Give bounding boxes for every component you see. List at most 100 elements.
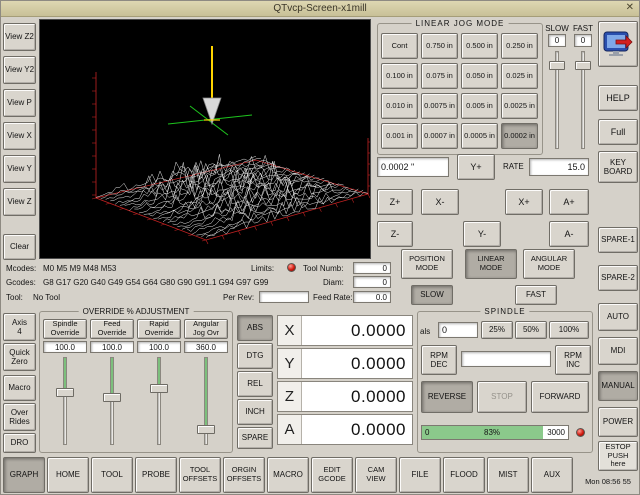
view-y-button[interactable]: View Y <box>3 155 36 183</box>
full-button[interactable]: Full <box>598 119 638 145</box>
bottom-tab-origin-offsets[interactable]: ORGIN OFFSETS <box>223 457 265 493</box>
jog-x-plus-button[interactable]: X+ <box>505 189 543 215</box>
spare2-button[interactable]: SPARE-2 <box>598 265 638 291</box>
jog-slow-button[interactable]: SLOW <box>411 285 453 305</box>
jog-incr-001-button[interactable]: 0.001 in <box>381 123 418 149</box>
spindle-at-speed-led <box>576 428 585 437</box>
jog-a-minus-button[interactable]: A- <box>549 221 589 247</box>
jog-incr-025-button[interactable]: 0.025 in <box>501 63 538 89</box>
spindle-rpm-field[interactable]: 0 <box>438 322 478 338</box>
bottom-tab-probe[interactable]: PROBE <box>135 457 177 493</box>
bottom-tab-macro[interactable]: MACRO <box>267 457 309 493</box>
jog-x-minus-button[interactable]: X- <box>421 189 459 215</box>
tab-macro[interactable]: Macro <box>3 375 36 401</box>
jog-incr-0005-button[interactable]: 0.0005 in <box>461 123 498 149</box>
jog-a-plus-button[interactable]: A+ <box>549 189 589 215</box>
jog-y-plus-button[interactable]: Y+ <box>457 154 495 180</box>
bottom-tab-cam-view[interactable]: CAM VIEW <box>355 457 397 493</box>
dro-tab-inch[interactable]: INCH <box>237 399 273 425</box>
dro-tab-spare[interactable]: SPARE <box>237 427 273 449</box>
jog-incr-0002-button[interactable]: 0.0002 in <box>501 123 538 149</box>
tab-over-rides[interactable]: Over Rides <box>3 403 36 431</box>
angular-jog-override-thumb[interactable] <box>197 425 215 434</box>
bottom-tab-tool[interactable]: TOOL <box>91 457 133 493</box>
jog-fast-button[interactable]: FAST <box>515 285 557 305</box>
spindle-stop-button[interactable]: STOP <box>477 381 527 413</box>
exit-button[interactable] <box>598 21 638 67</box>
dro-tab-dtg[interactable]: DTG <box>237 343 273 369</box>
feed-override-thumb[interactable] <box>103 393 121 402</box>
feed-override-button[interactable]: Feed Override <box>90 319 134 339</box>
tab-dro[interactable]: DRO <box>3 433 36 453</box>
titlebar[interactable]: QTvcp-Screen-x1mill ✕ <box>1 1 639 17</box>
tab-axis-4[interactable]: Axis 4 <box>3 313 36 341</box>
keyboard-button[interactable]: KEY BOARD <box>598 151 638 183</box>
spindle-100pct-button[interactable]: 100% <box>549 321 589 339</box>
jog-incr-cont-button[interactable]: Cont <box>381 33 418 59</box>
spindle-override-value: 100.0 <box>43 341 87 353</box>
jog-z-minus-button[interactable]: Z- <box>377 221 413 247</box>
spindle-25pct-button[interactable]: 25% <box>481 321 513 339</box>
estop-button[interactable]: ESTOP PUSH here <box>598 441 638 471</box>
spindle-override-track[interactable] <box>63 357 67 445</box>
spindle-override-thumb[interactable] <box>56 388 74 397</box>
spindle-title: SPINDLE <box>480 307 529 316</box>
rapid-override-button[interactable]: Rapid Override <box>137 319 181 339</box>
mdi-mode-button[interactable]: MDI <box>598 337 638 365</box>
mist-button[interactable]: MIST <box>487 457 529 493</box>
position-mode-button[interactable]: POSITION MODE <box>401 249 453 279</box>
jog-incr-750-button[interactable]: 0.750 in <box>421 33 458 59</box>
dro-tab-rel[interactable]: REL <box>237 371 273 397</box>
view-clear-button[interactable]: Clear <box>3 234 36 260</box>
linear-mode-button[interactable]: LINEAR MODE <box>465 249 517 279</box>
flood-button[interactable]: FLOOD <box>443 457 485 493</box>
close-icon[interactable]: ✕ <box>626 2 634 13</box>
jog-incr-0007-button[interactable]: 0.0007 in <box>421 123 458 149</box>
view-z2-button[interactable]: View Z2 <box>3 23 36 51</box>
jog-y-minus-button[interactable]: Y- <box>463 221 501 247</box>
dro-y-letter: Y <box>278 349 302 378</box>
jog-incr-0025-button[interactable]: 0.0025 in <box>501 93 538 119</box>
angular-mode-button[interactable]: ANGULAR MODE <box>523 249 575 279</box>
jog-incr-500-button[interactable]: 0.500 in <box>461 33 498 59</box>
aux-button[interactable]: AUX <box>531 457 573 493</box>
bottom-tab-graph[interactable]: GRAPH <box>3 457 45 493</box>
manual-mode-button[interactable]: MANUAL <box>598 371 638 401</box>
power-button[interactable]: POWER <box>598 407 638 437</box>
spindle-reverse-button[interactable]: REVERSE <box>421 381 473 413</box>
bottom-tab-edit-gcode[interactable]: EDIT GCODE <box>311 457 353 493</box>
rapid-override-thumb[interactable] <box>150 384 168 393</box>
bottom-tab-file[interactable]: FILE <box>399 457 441 493</box>
view-p-button[interactable]: View P <box>3 89 36 117</box>
limits-led <box>287 263 296 272</box>
spindle-override-button[interactable]: Spindle Override <box>43 319 87 339</box>
rpm-dec-button[interactable]: RPM DEC <box>421 345 457 375</box>
spindle-forward-button[interactable]: FORWARD <box>531 381 589 413</box>
spindle-50pct-button[interactable]: 50% <box>515 321 547 339</box>
tab-quick-zero[interactable]: Quick Zero <box>3 343 36 371</box>
bottom-tab-home[interactable]: HOME <box>47 457 89 493</box>
jog-incr-250-button[interactable]: 0.250 in <box>501 33 538 59</box>
jog-incr-075-button[interactable]: 0.075 in <box>421 63 458 89</box>
help-button[interactable]: HELP <box>598 85 638 111</box>
view-x-button[interactable]: View X <box>3 122 36 150</box>
slow-slider-thumb[interactable] <box>549 61 565 70</box>
gcode-3d-viewport[interactable] <box>39 19 371 259</box>
view-y2-button[interactable]: View Y2 <box>3 56 36 84</box>
jog-incr-0075-button[interactable]: 0.0075 in <box>421 93 458 119</box>
jog-incr-010-button[interactable]: 0.010 in <box>381 93 418 119</box>
angular-jog-override-button[interactable]: Angular Jog Ovr <box>184 319 228 339</box>
dro-a-value: 0.0000 <box>302 415 412 444</box>
rapid-override-track[interactable] <box>157 357 161 445</box>
spare1-button[interactable]: SPARE-1 <box>598 227 638 253</box>
jog-incr-100-button[interactable]: 0.100 in <box>381 63 418 89</box>
dro-tab-abs[interactable]: ABS <box>237 315 273 341</box>
jog-incr-050-button[interactable]: 0.050 in <box>461 63 498 89</box>
jog-incr-005-button[interactable]: 0.005 in <box>461 93 498 119</box>
view-z-button[interactable]: View Z <box>3 188 36 216</box>
fast-slider-thumb[interactable] <box>575 61 591 70</box>
auto-mode-button[interactable]: AUTO <box>598 303 638 331</box>
rpm-inc-button[interactable]: RPM INC <box>555 345 591 375</box>
bottom-tab-tool-offsets[interactable]: TOOL OFFSETS <box>179 457 221 493</box>
jog-z-plus-button[interactable]: Z+ <box>377 189 413 215</box>
